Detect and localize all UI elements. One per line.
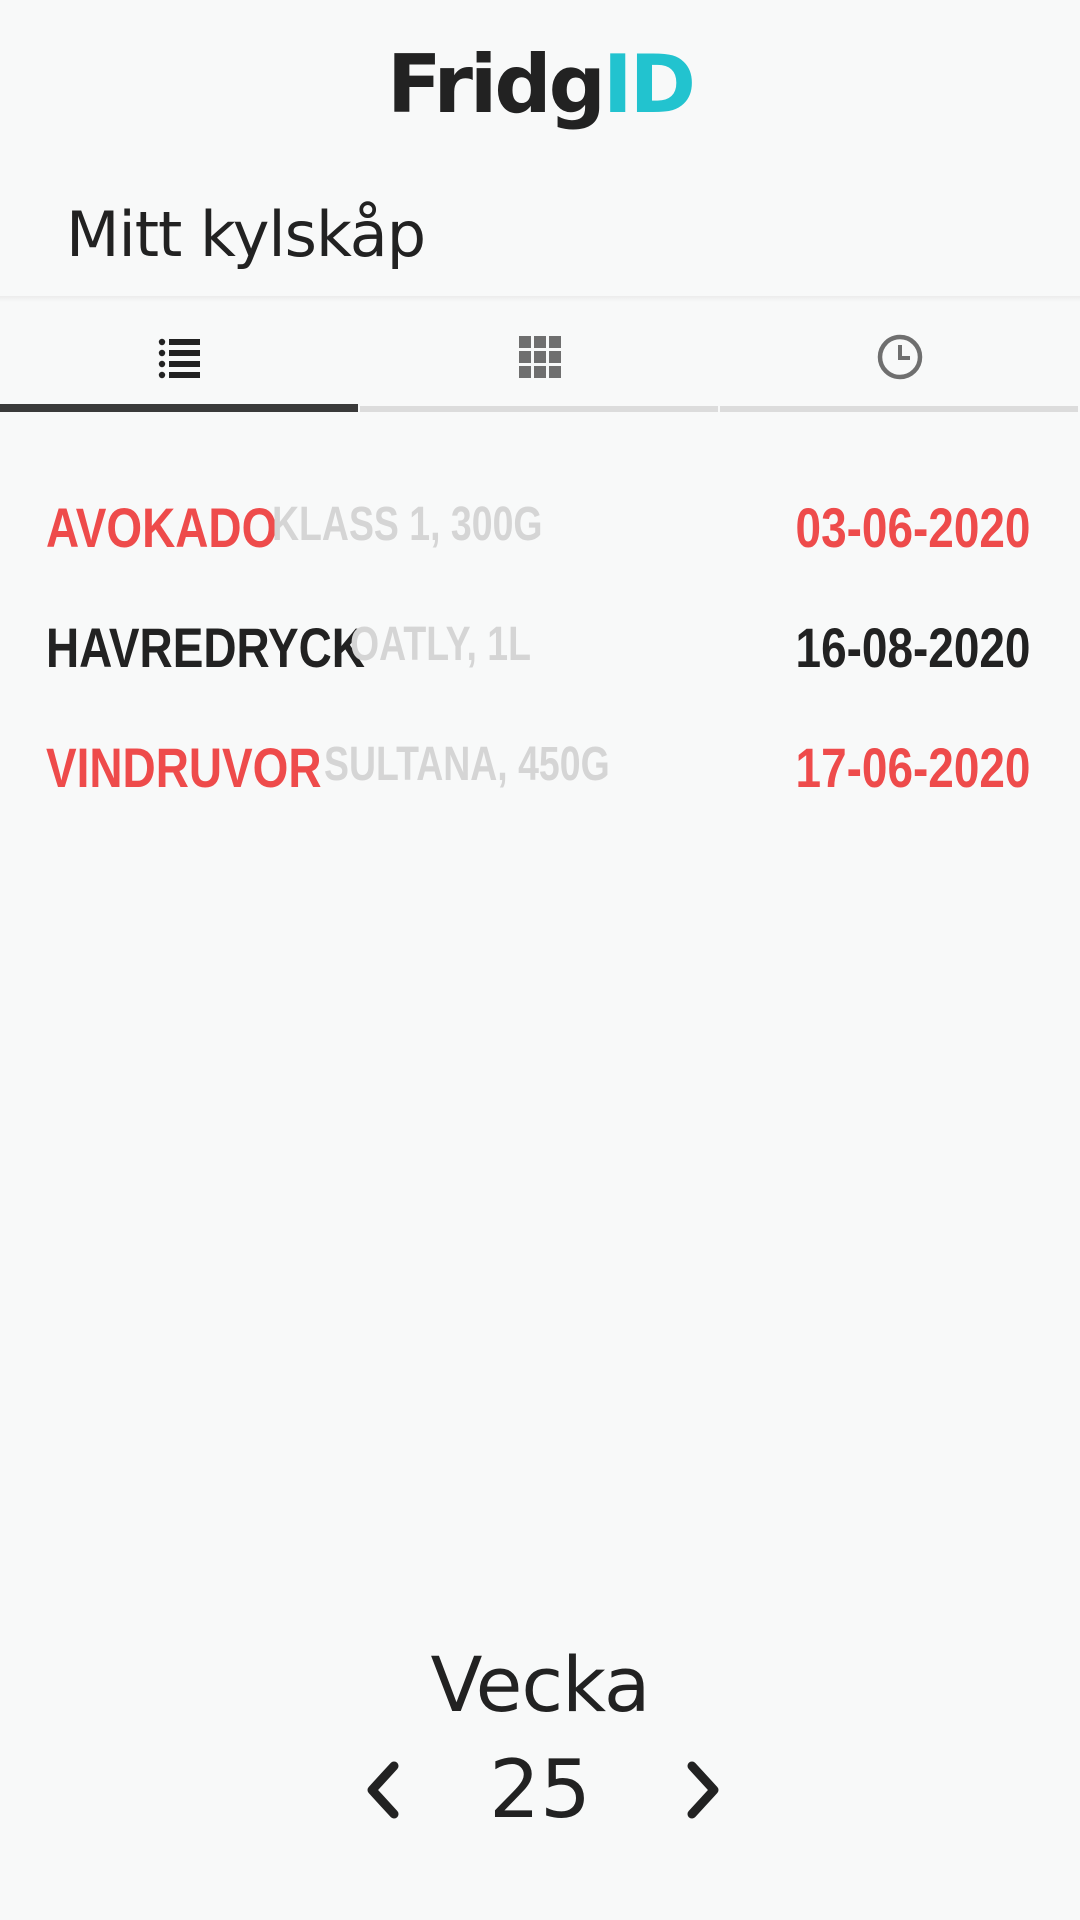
- tab-inactive-indicator: [720, 406, 1078, 412]
- page-title: Mitt kylskåp: [66, 198, 426, 271]
- next-week-button[interactable]: [672, 1760, 732, 1820]
- list-item[interactable]: AVOKADO KLASS 1, 300G 03-06-2020: [0, 472, 1080, 592]
- tab-active-indicator: [0, 404, 358, 412]
- list-item[interactable]: VINDRUVOR SULTANA, 450G 17-06-2020: [0, 712, 1080, 832]
- tab-inactive-indicator: [360, 406, 718, 412]
- item-name: AVOKADO: [46, 496, 278, 559]
- tab-grid-view[interactable]: [360, 302, 720, 412]
- week-label: Vecka: [430, 1640, 651, 1729]
- item-detail: SULTANA, 450G: [324, 738, 610, 791]
- brand-logo-text: Fridg: [386, 38, 606, 131]
- item-name: HAVREDRYCK: [46, 616, 365, 679]
- item-detail: KLASS 1, 300G: [272, 498, 543, 551]
- fridge-item-list: AVOKADO KLASS 1, 300G 03-06-2020 HAVREDR…: [0, 472, 1080, 832]
- tab-list-view[interactable]: [0, 302, 360, 412]
- item-name: VINDRUVOR: [46, 736, 322, 799]
- view-tabs: [0, 302, 1080, 412]
- item-detail: OATLY, 1L: [350, 618, 532, 671]
- week-number: 25: [489, 1743, 591, 1836]
- item-expiry-date: 03-06-2020: [795, 496, 1030, 559]
- list-item[interactable]: HAVREDRYCK OATLY, 1L 16-08-2020: [0, 592, 1080, 712]
- brand-logo-accent-text: ID: [602, 38, 696, 131]
- list-icon: [158, 335, 202, 379]
- week-navigator: 25: [0, 1740, 1080, 1840]
- item-expiry-date: 17-06-2020: [795, 736, 1030, 799]
- clock-icon: [877, 334, 923, 380]
- grid-icon: [519, 336, 561, 378]
- brand-logo: FridgID: [0, 40, 1080, 130]
- tab-history-view[interactable]: [720, 302, 1080, 412]
- item-expiry-date: 16-08-2020: [795, 616, 1030, 679]
- chevron-right-icon: [672, 1760, 732, 1820]
- app-header: FridgID: [0, 0, 1080, 140]
